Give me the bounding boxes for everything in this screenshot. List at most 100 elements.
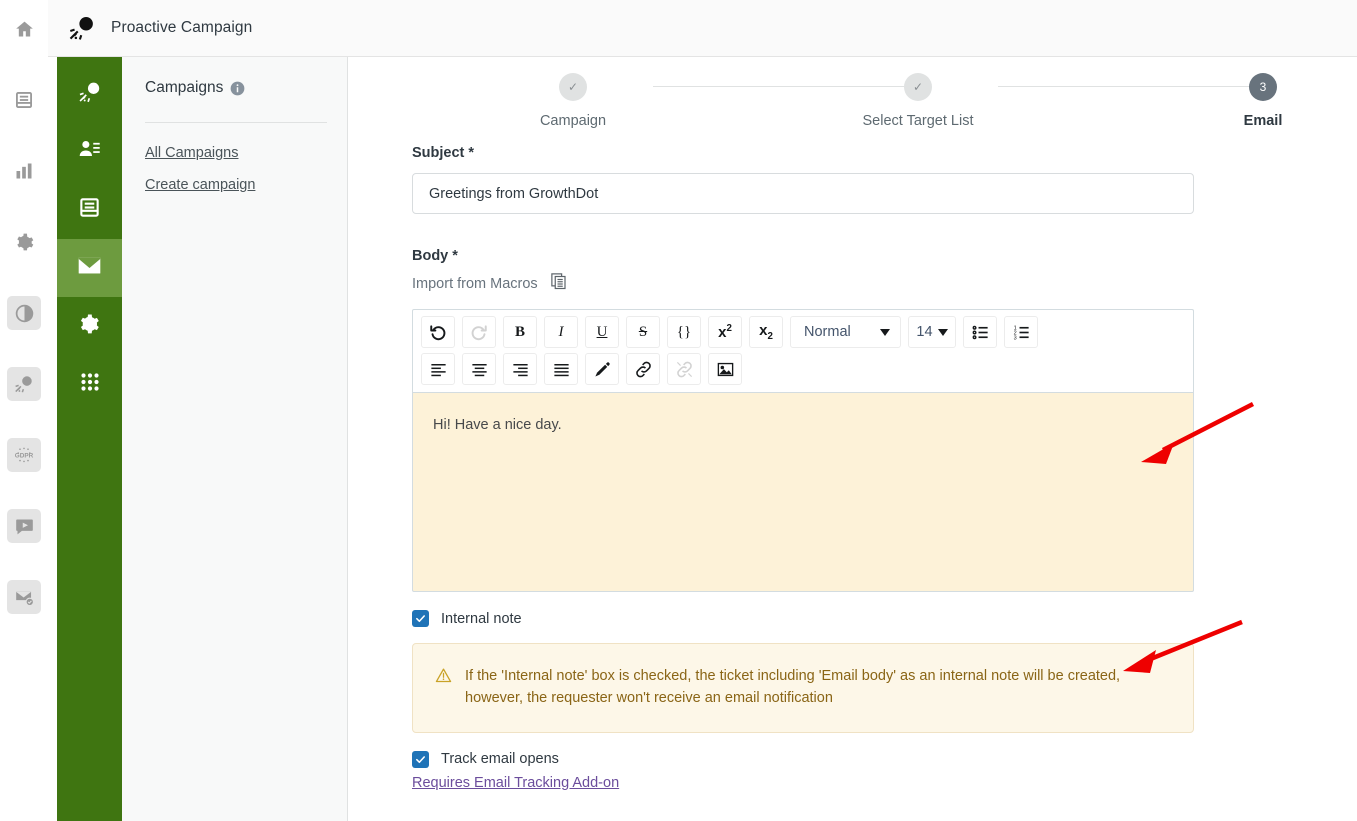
bulleted-list-button[interactable] [963, 316, 997, 348]
bold-button[interactable]: B [503, 316, 537, 348]
numbered-list-button[interactable]: 123 [1004, 316, 1038, 348]
email-body-editor[interactable]: Hi! Have a nice day. [412, 392, 1194, 592]
insert-image-button[interactable] [708, 353, 742, 385]
text-color-pen-icon[interactable] [585, 353, 619, 385]
panel-link-all-campaigns[interactable]: All Campaigns [145, 145, 325, 161]
page-title: Proactive Campaign [111, 19, 253, 36]
rail-item-reports[interactable] [7, 154, 41, 188]
internal-note-row: Internal note [412, 610, 1357, 627]
insert-link-button[interactable] [626, 353, 660, 385]
align-left-button[interactable] [421, 353, 455, 385]
mail-icon [76, 252, 103, 284]
body-label: Body * [412, 248, 458, 264]
redo-button[interactable] [462, 316, 496, 348]
panel-link-create-campaign[interactable]: Create campaign [145, 177, 325, 193]
comet-icon [13, 373, 35, 395]
gear-icon [14, 232, 35, 253]
sidebar-item-target-lists[interactable] [57, 123, 122, 181]
internal-note-checkbox[interactable] [412, 610, 429, 627]
step-email[interactable]: 3 Email [1183, 73, 1343, 129]
sidebar-item-proactive-campaign[interactable] [57, 65, 122, 123]
step-marker: ✓ [904, 73, 932, 101]
bar-chart-icon [14, 161, 34, 181]
editor-toolbar: B I U S {} x2 x2 Normal 14 1 2 3 [412, 309, 1194, 392]
info-icon[interactable] [230, 81, 245, 96]
comet-icon [65, 11, 99, 45]
rail-item-home[interactable] [7, 12, 41, 46]
step-marker: 3 [1249, 73, 1277, 101]
italic-button[interactable]: I [544, 316, 578, 348]
grid-dots-icon [78, 370, 102, 399]
step-label: Campaign [539, 113, 607, 129]
campaigns-panel: Campaigns All Campaigns Create campaign [122, 57, 348, 821]
copy-document-icon[interactable] [550, 272, 568, 295]
sidebar-item-settings[interactable] [57, 297, 122, 355]
gdpr-icon: GDPR [12, 443, 36, 467]
chevron-down-icon [937, 328, 948, 336]
home-icon [14, 19, 35, 40]
rail-item-video-reply[interactable] [7, 509, 41, 543]
sidebar-item-email[interactable] [57, 239, 122, 297]
panel-title-text: Campaigns [145, 79, 224, 96]
panel-divider [145, 122, 327, 123]
superscript-button[interactable]: x2 [708, 316, 742, 348]
svg-text:3: 3 [1013, 335, 1016, 341]
rail-item-analytics-addon[interactable] [7, 296, 41, 330]
rail-item-email-tracking[interactable] [7, 580, 41, 614]
archive-icon [14, 90, 34, 110]
sidebar-item-apps[interactable] [57, 355, 122, 413]
justify-button[interactable] [544, 353, 578, 385]
chevron-down-icon [880, 328, 890, 336]
remove-link-button[interactable] [667, 353, 701, 385]
track-email-opens-row: Track email opens [412, 750, 1357, 768]
rail-item-gdpr[interactable]: GDPR [7, 438, 41, 472]
email-tracking-addon-link[interactable]: Requires Email Tracking Add-on [412, 775, 619, 791]
step-campaign[interactable]: ✓ Campaign [493, 73, 653, 129]
stepper-connector-1 [653, 86, 917, 87]
format-select-value: Normal [804, 324, 851, 340]
format-select[interactable]: Normal [790, 316, 901, 348]
align-center-button[interactable] [462, 353, 496, 385]
internal-note-label: Internal note [441, 610, 522, 627]
person-list-icon [77, 137, 102, 167]
svg-text:GDPR: GDPR [15, 453, 34, 460]
font-size-select[interactable]: 14 [908, 316, 956, 348]
code-button[interactable]: {} [667, 316, 701, 348]
sidebar-item-templates[interactable] [57, 181, 122, 239]
rich-text-editor: B I U S {} x2 x2 Normal 14 1 2 3 Hi! Hav… [412, 309, 1194, 592]
comet-icon [77, 79, 103, 110]
strikethrough-button[interactable]: S [626, 316, 660, 348]
align-right-button[interactable] [503, 353, 537, 385]
left-icon-rail: GDPR [0, 0, 48, 821]
step-label: Select Target List [862, 113, 974, 129]
rail-item-proactive-campaign[interactable] [7, 367, 41, 401]
stepper-connector-2 [998, 86, 1260, 87]
rail-item-settings[interactable] [7, 225, 41, 259]
app-header: Proactive Campaign [48, 0, 1357, 57]
panel-heading: Campaigns [145, 79, 325, 97]
warning-triangle-icon [435, 667, 452, 710]
archive-icon [78, 196, 101, 224]
subject-label: Subject * [412, 145, 475, 161]
undo-button[interactable] [421, 316, 455, 348]
track-email-opens-label: Track email opens [441, 751, 559, 768]
underline-button[interactable]: U [585, 316, 619, 348]
import-from-macros-row: Import from Macros [412, 272, 1357, 295]
app-root: GDPR Proactive Campaign Campaigns All Ca… [0, 0, 1357, 821]
main-content: ✓ Campaign ✓ Select Target List 3 Email … [348, 57, 1357, 821]
subject-input[interactable] [412, 173, 1194, 214]
green-sidebar [57, 57, 122, 821]
step-select-target-list[interactable]: ✓ Select Target List [838, 73, 998, 129]
subscript-button[interactable]: x2 [749, 316, 783, 348]
track-email-opens-checkbox[interactable] [412, 750, 429, 768]
step-marker: ✓ [559, 73, 587, 101]
rail-item-knowledge-base[interactable] [7, 83, 41, 117]
internal-note-warning: If the 'Internal note' box is checked, t… [412, 643, 1194, 733]
warning-message: If the 'Internal note' box is checked, t… [465, 668, 1121, 707]
font-size-value: 14 [916, 324, 933, 340]
pie-circle-icon [14, 303, 35, 324]
import-from-macros-label[interactable]: Import from Macros [412, 276, 538, 292]
toolbar-row-2 [421, 353, 1185, 385]
mail-check-icon [14, 587, 35, 608]
wizard-stepper: ✓ Campaign ✓ Select Target List 3 Email [348, 67, 1357, 145]
